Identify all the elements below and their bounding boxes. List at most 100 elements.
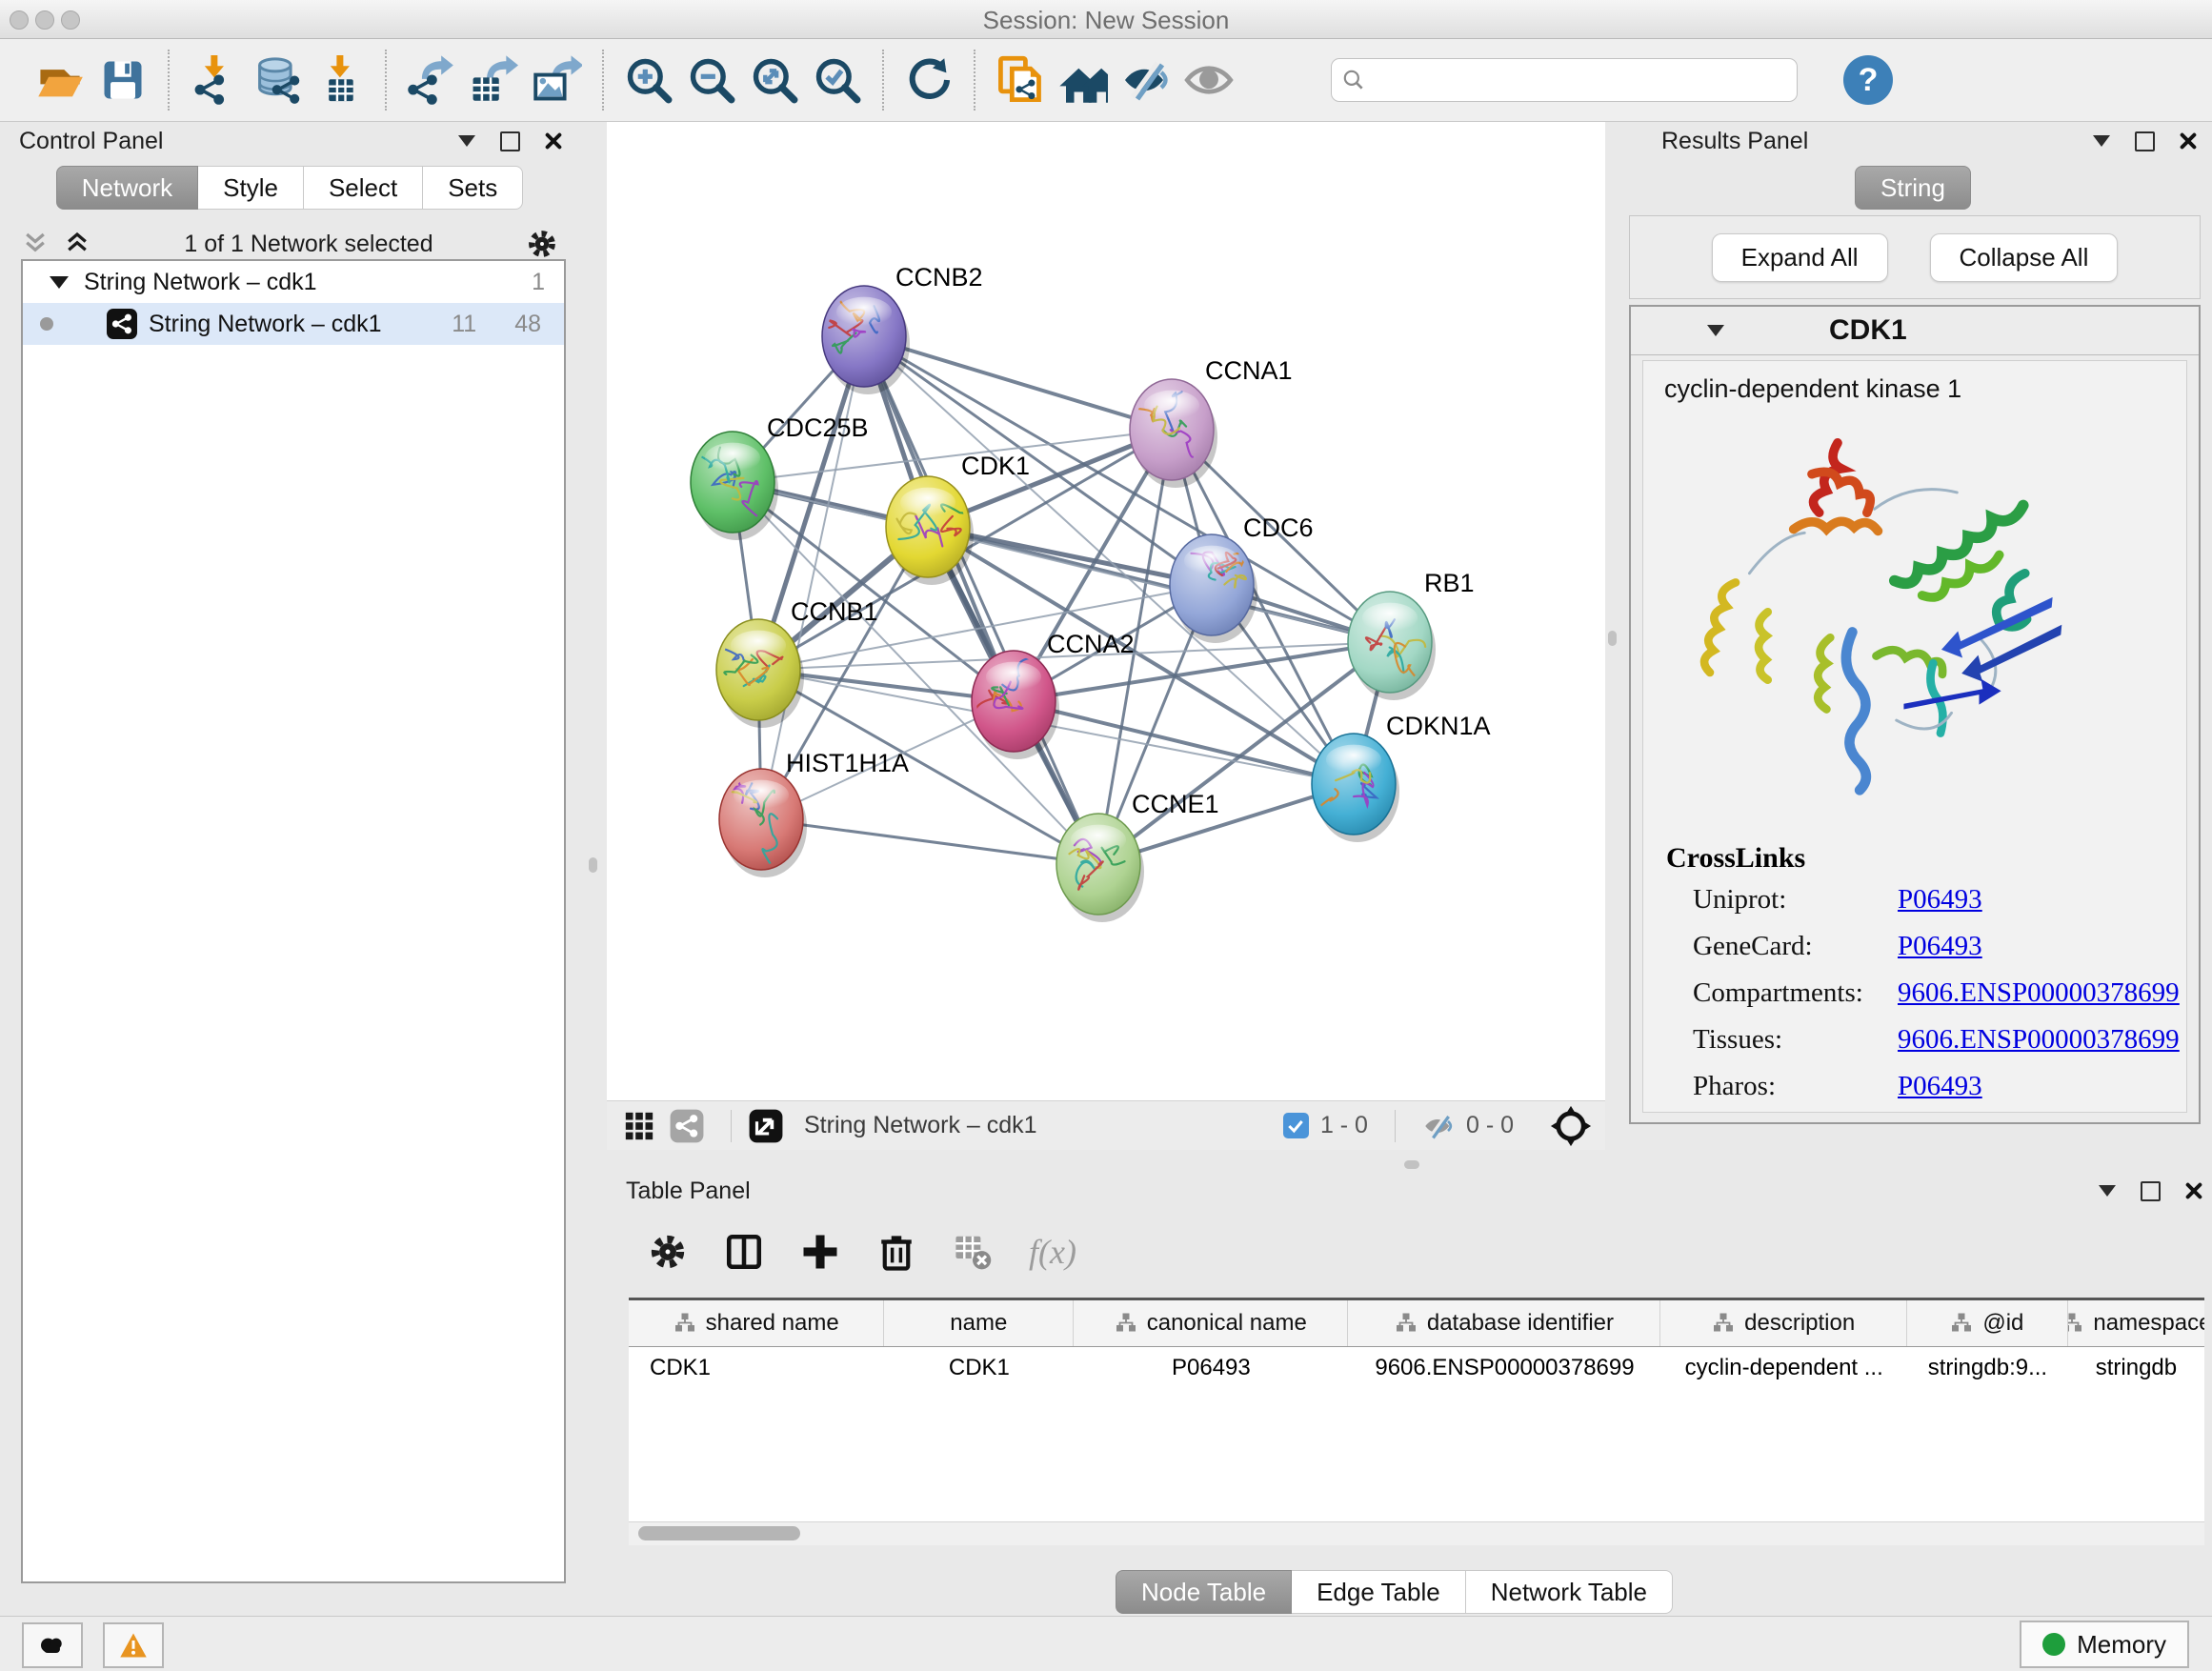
panel-menu-icon[interactable] <box>458 135 475 147</box>
collapse-all-icon[interactable] <box>21 230 50 258</box>
scrollbar-thumb[interactable] <box>638 1526 800 1540</box>
tab-string[interactable]: String <box>1855 166 1971 210</box>
column-header[interactable]: description <box>1660 1300 1906 1346</box>
open-session-button[interactable] <box>29 49 91 111</box>
column-header[interactable]: shared name <box>629 1300 884 1346</box>
node-table[interactable]: shared name name canonical name database… <box>629 1298 2204 1522</box>
show-columns-icon[interactable] <box>724 1232 764 1272</box>
network-node[interactable]: CDKN1A <box>1303 712 1491 842</box>
delete-column-icon[interactable] <box>876 1232 916 1272</box>
search-field[interactable] <box>1331 58 1798 102</box>
table-toolbar: f(x) <box>621 1218 2206 1286</box>
entry-content: cyclin-dependent kinase 1 <box>1642 360 2187 1113</box>
network-options-gear-icon[interactable] <box>526 228 558 260</box>
expand-all-button[interactable]: Expand All <box>1712 233 1888 282</box>
export-network-icon <box>407 55 456 105</box>
warnings-button[interactable] <box>103 1622 164 1668</box>
splitter-handle[interactable] <box>1608 631 1617 646</box>
first-neighbors-button[interactable] <box>1052 49 1115 111</box>
splitter-handle[interactable] <box>1404 1160 1419 1169</box>
column-header[interactable]: namespace <box>2068 1300 2204 1346</box>
network-node[interactable]: RB1 <box>1348 569 1475 700</box>
tissues-link[interactable]: 9606.ENSP00000378699 <box>1898 1024 2180 1055</box>
table-options-gear-icon[interactable] <box>648 1232 688 1272</box>
zoom-out-button[interactable] <box>680 49 743 111</box>
zoom-out-icon <box>687 55 736 105</box>
export-table-button[interactable] <box>463 49 526 111</box>
zoom-fit-button[interactable] <box>743 49 806 111</box>
search-input[interactable] <box>1374 66 1787 94</box>
expand-all-icon[interactable] <box>63 230 91 258</box>
add-column-icon[interactable] <box>800 1232 840 1272</box>
compartments-link[interactable]: 9606.ENSP00000378699 <box>1898 977 2180 1008</box>
zoom-selected-button[interactable] <box>806 49 869 111</box>
zoom-selected-icon <box>813 55 862 105</box>
selected-checkbox-icon[interactable] <box>1283 1113 1309 1138</box>
tab-network-table[interactable]: Network Table <box>1466 1570 1673 1614</box>
network-node[interactable]: CCNE1 <box>1056 790 1219 922</box>
export-image-button[interactable] <box>526 49 589 111</box>
tab-network[interactable]: Network <box>56 166 198 210</box>
network-row[interactable]: String Network – cdk1 11 48 <box>23 303 564 345</box>
panel-menu-icon[interactable] <box>2093 135 2110 147</box>
pan-crosshair-icon[interactable] <box>1550 1105 1592 1147</box>
toolbar-separator <box>168 50 170 111</box>
tab-sets[interactable]: Sets <box>423 166 523 210</box>
float-panel-icon[interactable] <box>2135 131 2155 151</box>
horizontal-scrollbar[interactable] <box>629 1521 2204 1545</box>
table-panel-title: Table Panel <box>576 1178 751 1205</box>
network-node[interactable]: CCNB2 <box>822 263 983 394</box>
new-network-from-selection-button[interactable] <box>989 49 1052 111</box>
import-network-file-button[interactable] <box>183 49 246 111</box>
import-table-button[interactable] <box>309 49 372 111</box>
entry-expand-icon[interactable] <box>1707 325 1724 336</box>
toolbar-separator <box>385 50 387 111</box>
collapse-all-button[interactable]: Collapse All <box>1930 233 2119 282</box>
column-header[interactable]: database identifier <box>1348 1300 1660 1346</box>
close-panel-icon[interactable] <box>2180 132 2197 150</box>
network-node[interactable]: CDC6 <box>1170 513 1314 643</box>
tab-edge-table[interactable]: Edge Table <box>1292 1570 1466 1614</box>
help-button[interactable]: ? <box>1843 55 1893 105</box>
protein-structure-image <box>1658 410 2172 829</box>
column-header[interactable]: canonical name <box>1074 1300 1348 1346</box>
tab-select[interactable]: Select <box>304 166 423 210</box>
pharos-link[interactable]: P06493 <box>1898 1071 1982 1101</box>
tab-node-table[interactable]: Node Table <box>1116 1570 1292 1614</box>
network-canvas[interactable]: CCNB2CCNA1CDC25BCDK1CDC6RB1CCNB1CCNA2CDK… <box>607 122 1605 1100</box>
network-node[interactable]: CCNA2 <box>972 630 1135 759</box>
save-session-button[interactable] <box>91 49 154 111</box>
network-badge-icon[interactable] <box>668 1107 706 1145</box>
float-panel-icon[interactable] <box>2141 1181 2161 1201</box>
float-panel-icon[interactable] <box>500 131 520 151</box>
memory-button[interactable]: Memory <box>2020 1621 2189 1668</box>
network-collection-row[interactable]: String Network – cdk1 1 <box>23 261 564 303</box>
cloud-status-button[interactable] <box>22 1622 83 1668</box>
network-node[interactable]: HIST1H1A <box>719 749 909 877</box>
genecard-link[interactable]: P06493 <box>1898 931 1982 961</box>
column-header[interactable]: name <box>884 1300 1074 1346</box>
open-in-window-icon[interactable] <box>747 1107 785 1145</box>
tab-style[interactable]: Style <box>198 166 304 210</box>
collection-expand-icon[interactable] <box>50 276 69 289</box>
hide-selected-button[interactable] <box>1115 49 1177 111</box>
entry-header[interactable]: CDK1 <box>1631 307 2199 355</box>
network-node[interactable]: CCNB1 <box>716 597 878 728</box>
database-icon <box>252 55 302 105</box>
table-row[interactable]: CDK1 CDK1 P06493 9606.ENSP00000378699 cy… <box>629 1347 2204 1389</box>
column-header[interactable]: @id <box>1907 1300 2068 1346</box>
network-label: String Network – cdk1 <box>149 311 382 338</box>
zoom-in-button[interactable] <box>617 49 680 111</box>
uniprot-link[interactable]: P06493 <box>1898 884 1982 915</box>
show-all-button[interactable] <box>1177 49 1240 111</box>
export-network-button[interactable] <box>400 49 463 111</box>
close-panel-icon[interactable] <box>2185 1182 2202 1199</box>
import-network-database-button[interactable] <box>246 49 309 111</box>
birds-eye-view-icon[interactable] <box>620 1107 658 1145</box>
apply-layout-button[interactable] <box>897 49 960 111</box>
results-entry: CDK1 cyclin-dependent kinase 1 <box>1629 305 2201 1124</box>
close-panel-icon[interactable] <box>545 132 562 150</box>
splitter-handle[interactable] <box>589 857 597 873</box>
network-graph[interactable]: CCNB2CCNA1CDC25BCDK1CDC6RB1CCNB1CCNA2CDK… <box>607 122 1605 1100</box>
panel-menu-icon[interactable] <box>2099 1185 2116 1197</box>
